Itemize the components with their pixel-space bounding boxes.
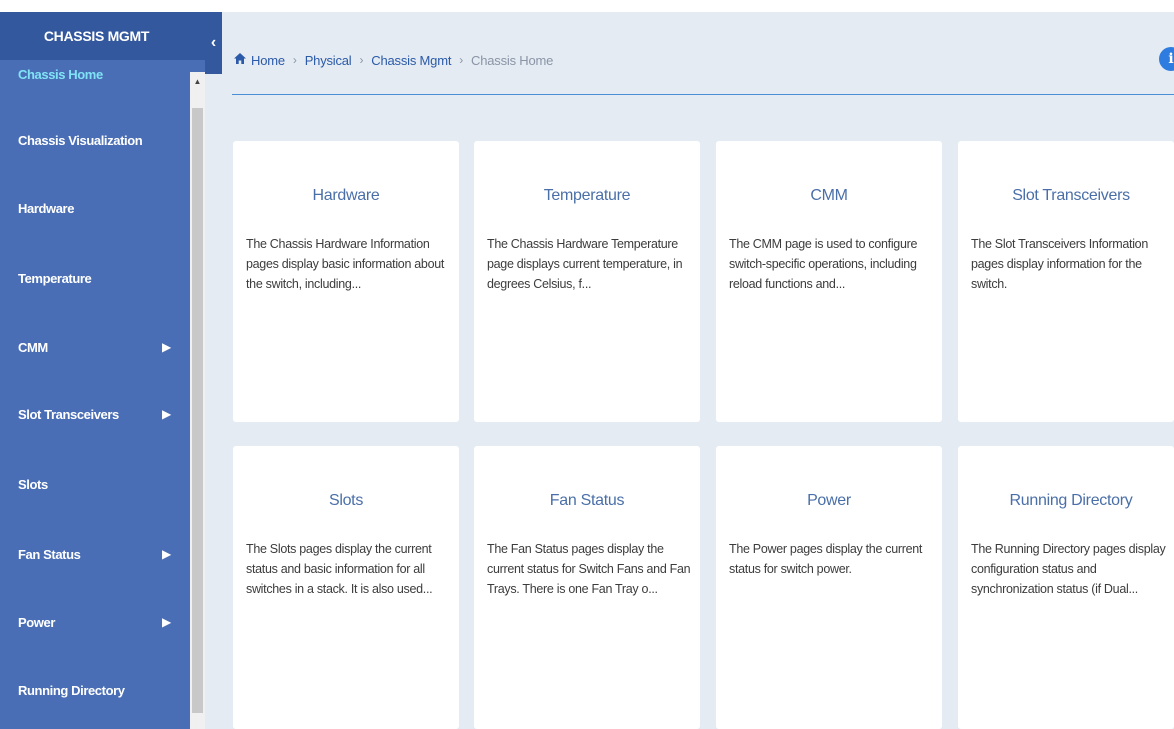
breadcrumb-separator: › xyxy=(459,53,464,67)
sidebar-item-slot-transceivers[interactable]: Slot Transceivers ▶ xyxy=(0,394,190,434)
chevron-right-icon: ▶ xyxy=(162,547,171,561)
breadcrumb-home[interactable]: Home xyxy=(251,53,285,68)
sidebar-item-chassis-home[interactable]: Chassis Home xyxy=(0,60,190,94)
breadcrumb-chassis-mgmt[interactable]: Chassis Mgmt xyxy=(371,53,451,68)
card-cmm[interactable]: CMM The CMM page is used to configure sw… xyxy=(716,141,942,422)
sidebar-collapse-button[interactable]: ‹ xyxy=(205,12,222,74)
sidebar-item-label: Chassis Visualization xyxy=(18,132,143,148)
sidebar-item-label: Temperature xyxy=(18,270,92,286)
card-power[interactable]: Power The Power pages display the curren… xyxy=(716,446,942,729)
sidebar-item-fan-status[interactable]: Fan Status ▶ xyxy=(0,534,190,574)
card-running-directory[interactable]: Running Directory The Running Directory … xyxy=(958,446,1174,729)
card-slot-transceivers[interactable]: Slot Transceivers The Slot Transceivers … xyxy=(958,141,1174,422)
header-divider xyxy=(232,94,1174,95)
card-temperature[interactable]: Temperature The Chassis Hardware Tempera… xyxy=(474,141,700,422)
card-description: The Power pages display the current stat… xyxy=(729,542,923,576)
card-description: The Slots pages display the current stat… xyxy=(246,542,433,596)
card-description: The Fan Status pages display the current… xyxy=(487,542,691,596)
home-icon[interactable] xyxy=(234,53,246,67)
card-title: Slots xyxy=(328,492,364,509)
card-description: The Chassis Hardware Temperature page di… xyxy=(487,237,683,291)
breadcrumb-current: Chassis Home xyxy=(471,52,554,68)
sidebar-item-label: Hardware xyxy=(18,200,75,216)
card-description: The Running Directory pages display conf… xyxy=(971,542,1166,596)
info-icon[interactable]: i xyxy=(1159,47,1174,71)
card-hardware[interactable]: Hardware The Chassis Hardware Informatio… xyxy=(233,141,459,422)
scroll-up-arrow-icon[interactable]: ▲ xyxy=(190,72,205,90)
sidebar-item-label: Chassis Home xyxy=(18,66,103,82)
sidebar: CHASSIS MGMT Chassis Home Chassis Visual… xyxy=(0,12,205,729)
card-title: Fan Status xyxy=(549,492,625,509)
card-description: The Slot Transceivers Information pages … xyxy=(971,237,1148,291)
sidebar-item-label: CMM xyxy=(18,339,48,355)
sidebar-item-slots[interactable]: Slots xyxy=(0,464,190,504)
card-title: CMM xyxy=(810,187,848,204)
card-description: The CMM page is used to configure switch… xyxy=(729,237,918,291)
breadcrumb-separator: › xyxy=(359,53,364,67)
card-title: Power xyxy=(807,492,851,509)
sidebar-item-power[interactable]: Power ▶ xyxy=(0,602,190,642)
card-description: The Chassis Hardware Information pages d… xyxy=(246,237,445,291)
breadcrumb: Home › Physical › Chassis Mgmt › Chassis… xyxy=(234,48,553,72)
top-strip xyxy=(0,0,1174,12)
breadcrumb-physical[interactable]: Physical xyxy=(305,53,352,68)
chevron-left-icon: ‹ xyxy=(210,34,217,51)
sidebar-title: CHASSIS MGMT xyxy=(0,12,205,60)
info-glyph: i xyxy=(1168,51,1174,67)
card-title: Slot Transceivers xyxy=(1012,187,1130,204)
sidebar-item-label: Running Directory xyxy=(18,682,125,698)
card-slots[interactable]: Slots The Slots pages display the curren… xyxy=(233,446,459,729)
card-title: Running Directory xyxy=(1009,492,1133,509)
sidebar-item-label: Power xyxy=(18,614,56,630)
sidebar-scrollbar[interactable]: ▲ xyxy=(190,72,205,729)
sidebar-item-label: Slots xyxy=(18,476,48,492)
sidebar-item-temperature[interactable]: Temperature xyxy=(0,258,190,298)
sidebar-item-cmm[interactable]: CMM ▶ xyxy=(0,327,190,367)
sidebar-nav: Chassis Home Chassis Visualization Hardw… xyxy=(0,60,190,729)
chevron-right-icon: ▶ xyxy=(162,615,171,629)
card-title: Hardware xyxy=(312,187,380,204)
card-fan-status[interactable]: Fan Status The Fan Status pages display … xyxy=(474,446,700,729)
sidebar-item-chassis-visualization[interactable]: Chassis Visualization xyxy=(0,120,190,160)
breadcrumb-separator: › xyxy=(292,53,297,67)
sidebar-item-hardware[interactable]: Hardware xyxy=(0,188,190,228)
chevron-right-icon: ▶ xyxy=(162,407,171,421)
card-title: Temperature xyxy=(543,187,631,204)
sidebar-item-label: Slot Transceivers xyxy=(18,406,119,422)
chevron-right-icon: ▶ xyxy=(162,340,171,354)
sidebar-item-label: Fan Status xyxy=(18,546,81,562)
sidebar-item-running-directory[interactable]: Running Directory xyxy=(0,670,190,710)
scroll-thumb[interactable] xyxy=(192,108,203,713)
